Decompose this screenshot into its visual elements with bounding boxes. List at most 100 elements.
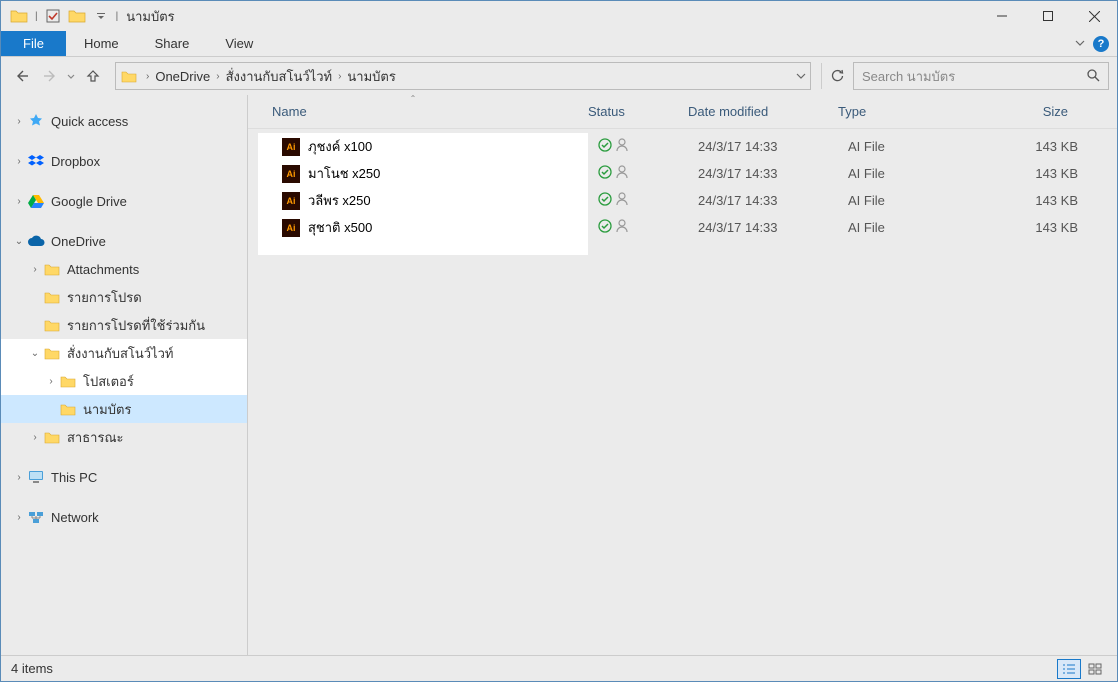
- column-header-status[interactable]: Status: [578, 95, 678, 128]
- chevron-right-icon[interactable]: ›: [214, 71, 221, 82]
- breadcrumb[interactable]: OneDrive: [151, 69, 214, 84]
- sidebar-quick-access[interactable]: › Quick access: [1, 107, 247, 135]
- titlebar: | | นามบัตร: [1, 1, 1117, 31]
- search-placeholder: Search นามบัตร: [862, 66, 1086, 87]
- sidebar-item-label: โปสเตอร์: [83, 371, 134, 392]
- history-dropdown-icon[interactable]: [67, 69, 75, 84]
- file-tab[interactable]: File: [1, 31, 66, 56]
- chevron-right-icon[interactable]: ›: [27, 264, 43, 275]
- file-type: AI File: [838, 193, 988, 208]
- file-name: วลีพร x250: [308, 190, 371, 211]
- chevron-right-icon[interactable]: ›: [11, 156, 27, 167]
- breadcrumb[interactable]: นามบัตร: [343, 66, 399, 87]
- chevron-down-icon[interactable]: ⌄: [27, 348, 43, 359]
- sidebar-item[interactable]: › Attachments: [1, 255, 247, 283]
- sidebar-this-pc[interactable]: › This PC: [1, 463, 247, 491]
- ai-file-icon: Ai: [282, 219, 300, 237]
- file-row[interactable]: Aiมาโนช x25024/3/17 14:33AI File143 KB: [258, 160, 1107, 187]
- sidebar-item[interactable]: ⌄ สั่งงานกับสโนว์ไวท์: [1, 339, 247, 367]
- sidebar-item[interactable]: › สาธารณะ: [1, 423, 247, 451]
- file-list: Aiภุชงค์ x10024/3/17 14:33AI File143 KBA…: [248, 129, 1117, 655]
- chevron-right-icon[interactable]: ›: [11, 472, 27, 483]
- chevron-right-icon[interactable]: ›: [27, 432, 43, 443]
- sidebar-item-current[interactable]: นามบัตร: [1, 395, 247, 423]
- chevron-right-icon[interactable]: ›: [43, 376, 59, 387]
- ribbon-chevron-icon[interactable]: [1075, 36, 1085, 51]
- sidebar-item[interactable]: รายการโปรดที่ใช้ร่วมกัน: [1, 311, 247, 339]
- file-row[interactable]: Aiภุชงค์ x10024/3/17 14:33AI File143 KB: [258, 133, 1107, 160]
- search-icon[interactable]: [1086, 68, 1100, 85]
- thumbnails-view-button[interactable]: [1083, 659, 1107, 679]
- folder-icon: [59, 372, 77, 390]
- synced-icon: [598, 219, 612, 236]
- sidebar-item[interactable]: รายการโปรด: [1, 283, 247, 311]
- qat-separator: |: [114, 11, 121, 22]
- chevron-right-icon[interactable]: ›: [11, 512, 27, 523]
- synced-icon: [598, 165, 612, 182]
- close-button[interactable]: [1071, 1, 1117, 31]
- file-list-pane: ⌃ Name Status Date modified Type Size Ai…: [248, 95, 1117, 655]
- chevron-down-icon[interactable]: ⌄: [11, 236, 27, 247]
- tab-view[interactable]: View: [207, 31, 271, 56]
- sidebar-item[interactable]: › โปสเตอร์: [1, 367, 247, 395]
- breadcrumb[interactable]: สั่งงานกับสโนว์ไวท์: [222, 66, 336, 87]
- sidebar-onedrive[interactable]: ⌄ OneDrive: [1, 227, 247, 255]
- sidebar-google-drive[interactable]: › Google Drive: [1, 187, 247, 215]
- file-row[interactable]: Aiสุชาติ x50024/3/17 14:33AI File143 KB: [258, 214, 1107, 241]
- tab-share[interactable]: Share: [137, 31, 208, 56]
- qat-checkbox[interactable]: [42, 5, 64, 27]
- qat-dropdown-icon[interactable]: [90, 5, 112, 27]
- shared-icon: [616, 138, 628, 155]
- search-input[interactable]: Search นามบัตร: [853, 62, 1109, 90]
- file-size: 143 KB: [988, 139, 1088, 154]
- sidebar-item-label: Attachments: [67, 262, 139, 277]
- maximize-button[interactable]: [1025, 1, 1071, 31]
- forward-button[interactable]: [37, 62, 65, 90]
- chevron-right-icon[interactable]: ›: [11, 116, 27, 127]
- column-headers: ⌃ Name Status Date modified Type Size: [248, 95, 1117, 129]
- sort-asc-icon: ⌃: [410, 94, 417, 103]
- sidebar-dropbox[interactable]: › Dropbox: [1, 147, 247, 175]
- details-view-button[interactable]: [1057, 659, 1081, 679]
- sidebar-item-label: สั่งงานกับสโนว์ไวท์: [67, 343, 173, 364]
- help-icon[interactable]: ?: [1093, 36, 1109, 52]
- minimize-button[interactable]: [979, 1, 1025, 31]
- folder-app-icon: [9, 7, 29, 25]
- google-drive-icon: [27, 192, 45, 210]
- refresh-button[interactable]: [821, 63, 851, 89]
- file-type: AI File: [838, 166, 988, 181]
- column-header-modified[interactable]: Date modified: [678, 95, 828, 128]
- sidebar-item-label: Dropbox: [51, 154, 100, 169]
- back-button[interactable]: [7, 62, 35, 90]
- column-header-size[interactable]: Size: [978, 95, 1078, 128]
- folder-icon: [120, 67, 138, 85]
- onedrive-icon: [27, 232, 45, 250]
- sidebar-item-label: สาธารณะ: [67, 427, 124, 448]
- column-header-name[interactable]: ⌃ Name: [248, 95, 578, 128]
- sidebar-item-label: รายการโปรดที่ใช้ร่วมกัน: [67, 315, 205, 336]
- file-type: AI File: [838, 220, 988, 235]
- folder-icon: [43, 344, 61, 362]
- chevron-right-icon[interactable]: ›: [144, 71, 151, 82]
- sidebar-item-label: This PC: [51, 470, 97, 485]
- file-size: 143 KB: [988, 193, 1088, 208]
- chevron-right-icon[interactable]: ›: [11, 196, 27, 207]
- item-count: 4 items: [11, 661, 53, 676]
- ai-file-icon: Ai: [282, 138, 300, 156]
- file-row[interactable]: Aiวลีพร x25024/3/17 14:33AI File143 KB: [258, 187, 1107, 214]
- file-size: 143 KB: [988, 220, 1088, 235]
- qat-folder-icon[interactable]: [66, 5, 88, 27]
- column-header-type[interactable]: Type: [828, 95, 978, 128]
- file-name: ภุชงค์ x100: [308, 136, 372, 157]
- address-dropdown-icon[interactable]: [796, 71, 806, 81]
- tab-home[interactable]: Home: [66, 31, 137, 56]
- folder-icon: [43, 288, 61, 306]
- star-icon: [27, 112, 45, 130]
- sidebar-network[interactable]: › Network: [1, 503, 247, 531]
- file-modified: 24/3/17 14:33: [688, 193, 838, 208]
- chevron-right-icon[interactable]: ›: [336, 71, 343, 82]
- dropbox-icon: [27, 152, 45, 170]
- address-bar[interactable]: › OneDrive › สั่งงานกับสโนว์ไวท์ › นามบั…: [115, 62, 811, 90]
- up-button[interactable]: [81, 64, 105, 88]
- qat-separator: |: [33, 11, 40, 22]
